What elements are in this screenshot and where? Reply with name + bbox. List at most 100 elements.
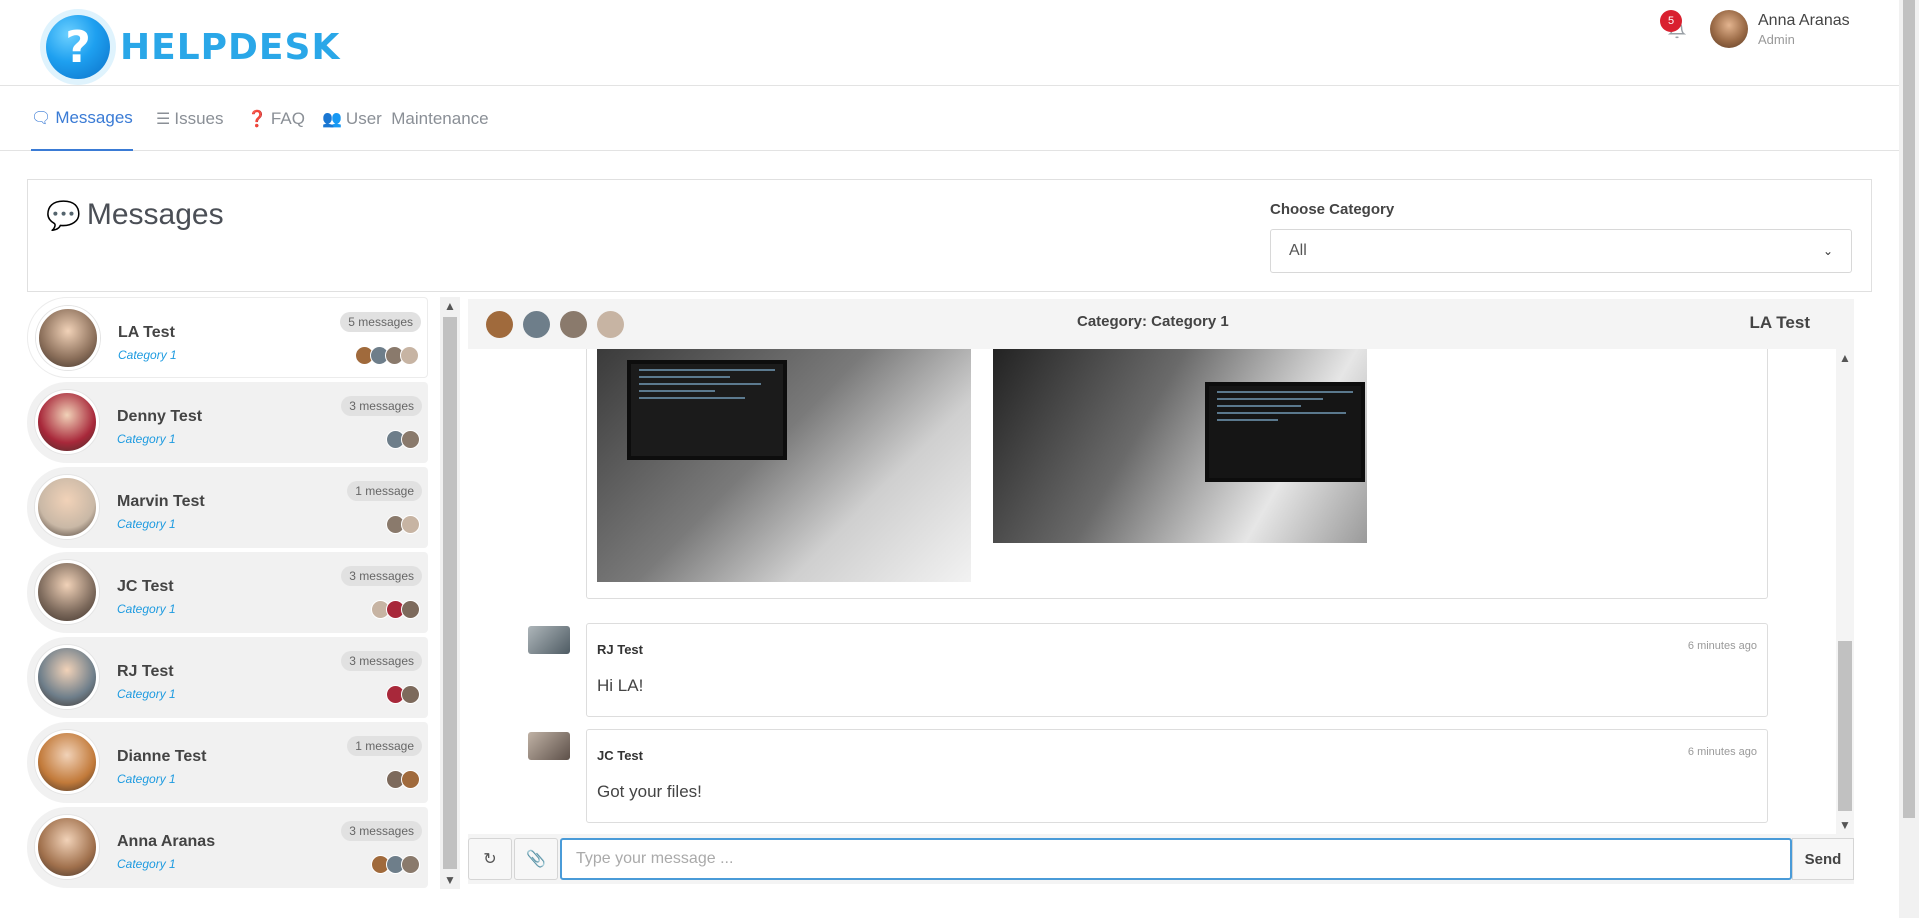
message-count-badge: 1 message: [347, 736, 422, 756]
laptop-screen-image: [1205, 382, 1365, 482]
scroll-thumb[interactable]: [1838, 641, 1852, 811]
conversation-scrollbar[interactable]: ▲ ▼: [440, 297, 460, 889]
conversation-item[interactable]: Marvin Test Category 1 1 message: [27, 467, 428, 548]
avatar: [35, 560, 99, 624]
avatar: [35, 815, 99, 879]
category-label: Choose Category: [1270, 201, 1395, 218]
send-button[interactable]: Send: [1792, 838, 1854, 880]
conversation-item[interactable]: LA Test Category 1 5 messages: [27, 297, 428, 378]
notification-badge: 5: [1660, 10, 1682, 32]
refresh-icon: ↻: [483, 851, 497, 868]
attached-image[interactable]: [993, 349, 1367, 543]
laptop-screen-image: [627, 360, 787, 460]
participant-avatars: [371, 855, 420, 874]
conversation-category[interactable]: Category 1: [118, 348, 177, 362]
message-input[interactable]: [560, 838, 1792, 880]
avatar: [401, 515, 420, 534]
tasks-icon: ☰: [156, 111, 171, 128]
avatar: [401, 430, 420, 449]
scroll-thumb[interactable]: [1903, 0, 1915, 818]
conversation-category[interactable]: Category 1: [117, 432, 176, 446]
thread-scrollbar[interactable]: ▲ ▼: [1836, 349, 1854, 834]
conversation-category[interactable]: Category 1: [117, 687, 176, 701]
scroll-thumb[interactable]: [443, 317, 457, 869]
conversation-name: Anna Aranas: [117, 833, 216, 850]
conversation-item[interactable]: Anna Aranas Category 1 3 messages: [27, 807, 428, 888]
message-author: RJ Test: [597, 642, 643, 657]
participant-avatars: [371, 600, 420, 619]
scroll-up-icon[interactable]: ▲: [444, 299, 456, 313]
avatar: [400, 346, 419, 365]
avatar: [401, 770, 420, 789]
conversation-category[interactable]: Category 1: [117, 602, 176, 616]
conversation-item[interactable]: RJ Test Category 1 3 messages: [27, 637, 428, 718]
tab-label: FAQ: [270, 109, 305, 128]
conversation-name: LA Test: [118, 324, 175, 341]
paperclip-icon: 📎: [526, 851, 546, 868]
conversation-category[interactable]: Category 1: [117, 772, 176, 786]
avatar: [486, 311, 513, 338]
user-role: Admin: [1758, 31, 1795, 47]
tab-messages[interactable]: 🗨 Messages: [31, 87, 133, 151]
message-text: Got your files!: [597, 782, 702, 801]
scroll-up-icon[interactable]: ▲: [1839, 351, 1851, 365]
message-text: Hi LA!: [597, 676, 644, 695]
message-count-badge: 3 messages: [341, 651, 422, 671]
conversation-list: LA Test Category 1 5 messages Denny Test Cat…: [27, 297, 428, 889]
message-thread: RJ Test 6 minutes ago Hi LA! JC Test 6 m…: [468, 349, 1836, 834]
conversation-name: Marvin Test: [117, 493, 205, 510]
conversation-category[interactable]: Category 1: [117, 517, 176, 531]
avatar: [1710, 10, 1748, 48]
user-name: Anna Aranas: [1758, 11, 1850, 29]
participant-avatars: [386, 430, 420, 449]
user-menu[interactable]: Anna Aranas Admin: [1710, 10, 1850, 48]
chat-title: LA Test: [1749, 313, 1810, 332]
chat-header: Category: Category 1 LA Test: [468, 299, 1854, 349]
avatar: [401, 685, 420, 704]
comments-icon: 💬: [46, 199, 81, 231]
top-header: ? HELPDESK 5 Anna Aranas Admin: [0, 0, 1899, 86]
avatar: [35, 390, 99, 454]
participant-avatars: [386, 685, 420, 704]
participant-avatars: [386, 515, 420, 534]
participant-avatars: [386, 770, 420, 789]
message-count-badge: 3 messages: [341, 396, 422, 416]
tab-faq[interactable]: ❓ FAQ: [247, 87, 305, 151]
users-icon: 👥: [322, 111, 342, 128]
attachment-message: [586, 349, 1768, 599]
app-logo[interactable]: ? HELPDESK: [46, 12, 340, 82]
avatar: [528, 732, 570, 760]
page-title-text: Messages: [86, 198, 224, 231]
scroll-down-icon[interactable]: ▼: [1839, 818, 1851, 832]
conversation-name: JC Test: [117, 578, 174, 595]
main-nav: 🗨 Messages ☰ Issues ❓ FAQ 👥 User Mainten…: [0, 87, 1899, 151]
conversation-name: Dianne Test: [117, 748, 207, 765]
chevron-down-icon: ⌄: [1822, 244, 1833, 258]
message-author: JC Test: [597, 748, 643, 763]
message-time: 6 minutes ago: [1687, 640, 1757, 652]
category-select[interactable]: All ⌄: [1270, 229, 1852, 273]
conversation-item[interactable]: JC Test Category 1 3 messages: [27, 552, 428, 633]
avatar: [560, 311, 587, 338]
avatar: [36, 306, 100, 370]
scroll-down-icon[interactable]: ▼: [444, 873, 456, 887]
conversation-item[interactable]: Dianne Test Category 1 1 message: [27, 722, 428, 803]
participant-avatars: [355, 346, 419, 365]
message-composer: ↻ 📎 Send: [468, 838, 1854, 884]
page-scrollbar[interactable]: [1899, 0, 1919, 918]
conversation-category[interactable]: Category 1: [117, 857, 176, 871]
question-logo-icon: ?: [46, 15, 110, 79]
message-count-badge: 5 messages: [340, 312, 421, 332]
conversation-item[interactable]: Denny Test Category 1 3 messages: [27, 382, 428, 463]
tab-user-maintenance[interactable]: 👥 User Maintenance: [322, 87, 489, 151]
tab-issues[interactable]: ☰ Issues: [156, 87, 223, 151]
logo-text: HELPDESK: [120, 26, 341, 68]
chat-category: Category: Category 1: [1077, 313, 1229, 330]
conversation-name: Denny Test: [117, 408, 203, 425]
comments-icon: 🗨: [31, 110, 52, 127]
message-count-badge: 3 messages: [341, 821, 422, 841]
attached-image[interactable]: [597, 349, 971, 582]
attach-button[interactable]: 📎: [514, 838, 558, 880]
refresh-button[interactable]: ↻: [468, 838, 512, 880]
notifications-button[interactable]: 5: [1660, 10, 1690, 44]
